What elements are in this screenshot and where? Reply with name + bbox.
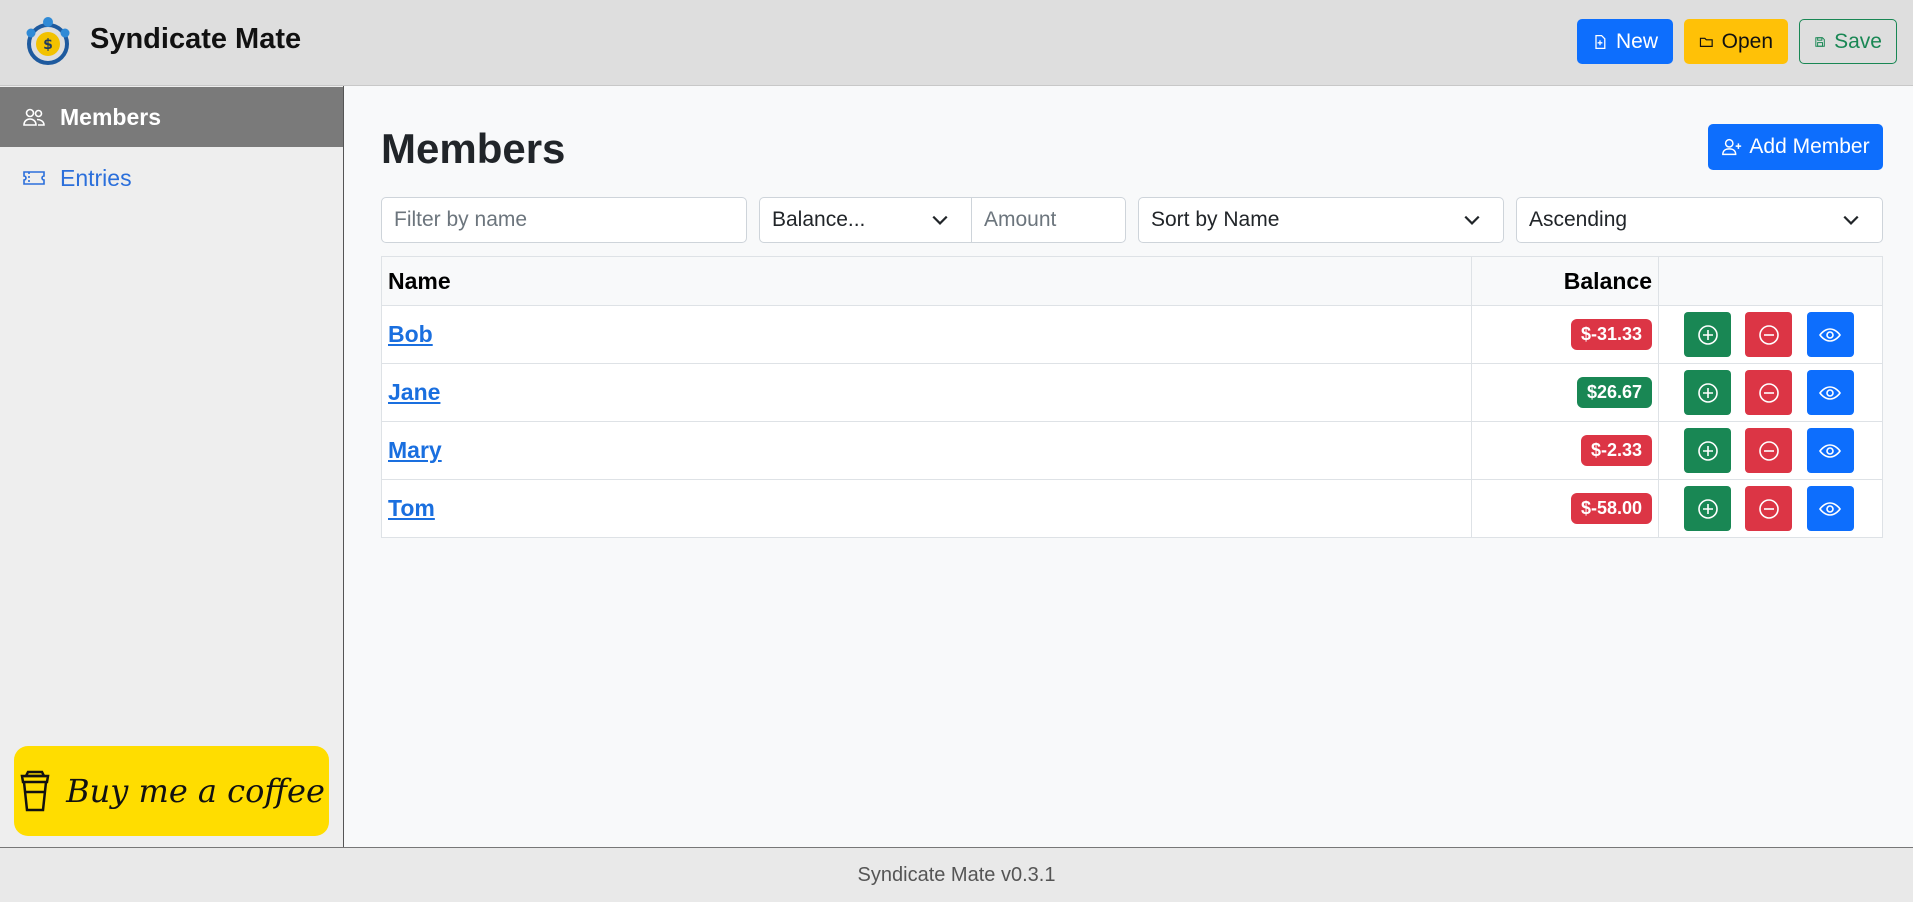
balance-badge: $-58.00 [1570,493,1652,524]
member-name-link[interactable]: Jane [388,379,440,405]
coffee-label: Buy me a coffee [66,772,325,810]
name-filter-input[interactable]: Filter by name [381,197,747,243]
sidebar: Members Entries Buy me a coffee [0,86,344,847]
view-member-button[interactable] [1806,370,1854,415]
table-row: Tom $-58.00 [381,479,1883,538]
plus-circle-icon [1697,382,1718,403]
minus-circle-icon [1759,498,1779,519]
table-row: Jane $26.67 [381,363,1883,422]
add-credit-button[interactable] [1684,370,1731,415]
eye-icon [1819,327,1842,342]
member-name-link[interactable]: Mary [388,437,442,463]
view-member-button[interactable] [1806,428,1854,473]
version-text: Syndicate Mate v0.3.1 [857,863,1056,886]
table-header-row: Name Balance [381,256,1883,306]
app-logo-icon: $ [26,17,70,65]
floppy-disk-icon [1815,36,1825,47]
add-debit-button[interactable] [1745,370,1793,415]
balance-badge: $-2.33 [1580,435,1652,466]
new-button-label: New [1615,29,1658,53]
sidebar-item-entries[interactable]: Entries [0,148,343,208]
buy-me-a-coffee-button[interactable]: Buy me a coffee [14,746,329,836]
view-member-button[interactable] [1806,486,1854,531]
app-header: $ Syndicate Mate New Open Save [0,0,1913,86]
save-button-label: Save [1834,29,1882,53]
table-row: Mary $-2.33 [381,421,1883,480]
add-debit-button[interactable] [1745,312,1793,357]
sort-field-select[interactable]: Sort by Name [1138,197,1504,243]
minus-circle-icon [1759,324,1779,345]
app-title: Syndicate Mate [90,23,302,55]
sort-order-value: Ascending [1529,208,1628,231]
chevron-down-icon [1843,215,1859,225]
chevron-down-icon [932,215,948,225]
add-member-label: Add Member [1749,135,1870,158]
sort-field-value: Sort by Name [1151,208,1280,231]
column-header-actions [1658,256,1883,306]
save-button[interactable]: Save [1799,19,1897,64]
members-table: Name Balance Bob $-31.33 Jane $26.67 Mar… [381,256,1883,538]
sidebar-item-members[interactable]: Members [0,87,343,147]
plus-circle-icon [1697,324,1718,345]
add-credit-button[interactable] [1684,428,1731,473]
coffee-cup-icon [20,770,50,812]
page-title: Members [381,125,566,172]
sidebar-item-label: Members [60,103,161,130]
add-debit-button[interactable] [1745,486,1793,531]
new-button[interactable]: New [1577,19,1673,64]
app-footer: Syndicate Mate v0.3.1 [0,847,1913,902]
folder-icon [1699,37,1713,47]
add-member-button[interactable]: Add Member [1708,124,1883,170]
add-credit-button[interactable] [1684,312,1731,357]
minus-circle-icon [1759,382,1779,403]
add-debit-button[interactable] [1745,428,1793,473]
minus-circle-icon [1759,440,1779,461]
view-member-button[interactable] [1806,312,1854,357]
balance-badge: $26.67 [1576,377,1652,408]
amount-placeholder: Amount [984,208,1057,231]
column-header-name: Name [381,256,1472,306]
file-plus-icon [1595,34,1606,49]
chevron-down-icon [1464,215,1480,225]
balance-badge: $-31.33 [1570,319,1652,350]
sort-order-select[interactable]: Ascending [1516,197,1883,243]
plus-circle-icon [1697,498,1718,519]
plus-circle-icon [1697,440,1718,461]
name-filter-placeholder: Filter by name [394,208,528,231]
people-icon [23,108,45,126]
eye-icon [1819,443,1842,458]
column-header-balance: Balance [1471,256,1659,306]
svg-text:$: $ [43,37,53,53]
ticket-icon [23,171,45,185]
member-name-link[interactable]: Bob [388,321,433,347]
open-button[interactable]: Open [1684,19,1788,64]
balance-filter-select[interactable]: Balance... [759,197,972,243]
table-row: Bob $-31.33 [381,305,1883,364]
person-plus-icon [1722,138,1742,156]
sidebar-item-label: Entries [60,164,132,191]
open-button-label: Open [1721,29,1773,53]
main-content: Members Add Member Filter by name Balanc… [345,87,1913,847]
member-name-link[interactable]: Tom [388,495,435,521]
balance-filter-value: Balance... [772,208,866,231]
amount-input[interactable]: Amount [971,197,1126,243]
add-credit-button[interactable] [1684,486,1731,531]
eye-icon [1819,501,1842,516]
eye-icon [1819,385,1842,400]
